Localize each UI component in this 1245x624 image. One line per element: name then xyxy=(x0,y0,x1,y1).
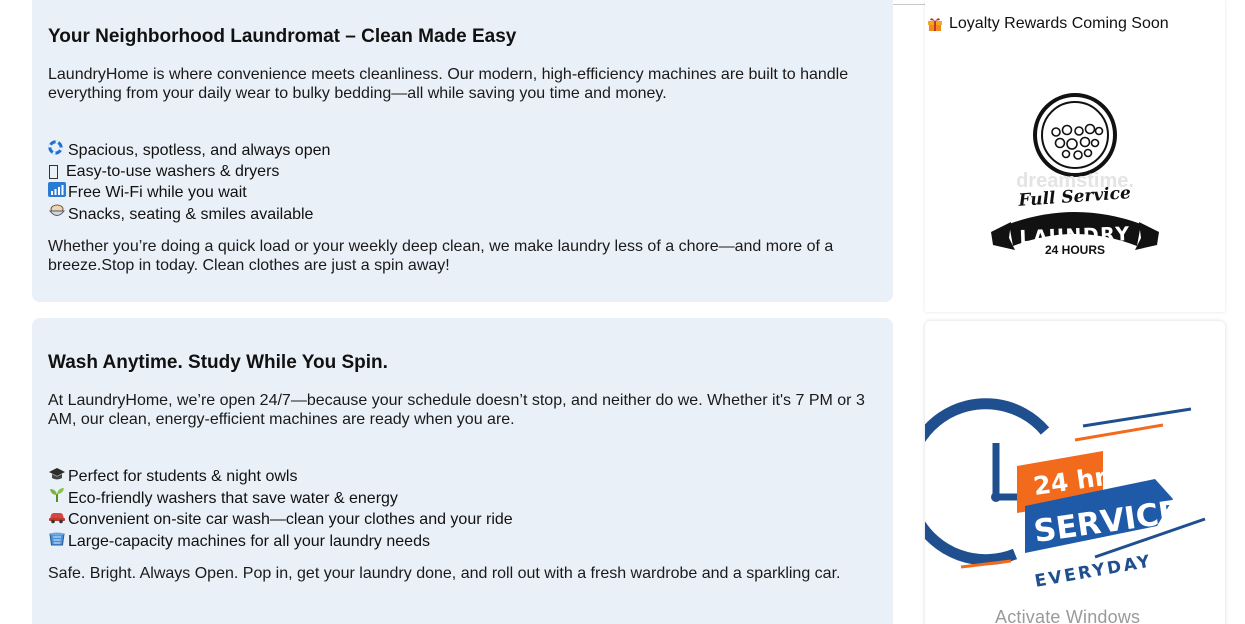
laundry-logo-panel: Loyalty Rewards Coming Soon dreamstime. … xyxy=(925,0,1225,312)
logo-line-3: 24 HOURS xyxy=(1045,243,1105,257)
about-card: Your Neighborhood Laundromat – Clean Mad… xyxy=(32,0,893,302)
missing-glyph-icon xyxy=(49,164,58,179)
feature-list: Perfect for students & night owls Eco-fr… xyxy=(48,466,877,552)
card-title: Wash Anytime. Study While You Spin. xyxy=(48,352,388,373)
list-item: Snacks, seating & smiles available xyxy=(48,203,877,225)
feature-text: Perfect for students & night owls xyxy=(68,468,298,485)
seedling-icon xyxy=(48,487,68,509)
full-service-laundry-logo: dreamstime. Full Service LAUNDRY 24 HOUR… xyxy=(991,93,1159,257)
feature-text: Snacks, seating & smiles available xyxy=(68,205,314,223)
service-24hr-logo: 24 hr SERVICE EVERYDAY xyxy=(925,398,1206,592)
card-title: Your Neighborhood Laundromat – Clean Mad… xyxy=(48,26,517,47)
card-intro: LaundryHome is where convenience meets c… xyxy=(48,66,849,102)
snack-bowl-icon xyxy=(48,203,68,225)
open-hours-card: Wash Anytime. Study While You Spin. At L… xyxy=(32,318,893,624)
list-item: Easy-to-use washers & dryers xyxy=(48,161,877,182)
graduation-cap-icon xyxy=(48,466,68,487)
list-item: Perfect for students & night owls xyxy=(48,466,877,487)
list-item: Convenient on-site car wash—clean your c… xyxy=(48,509,877,530)
feature-text: Easy-to-use washers & dryers xyxy=(66,163,280,180)
feature-text: Large-capacity machines for all your lau… xyxy=(68,532,430,550)
feature-list: Spacious, spotless, and always open Easy… xyxy=(48,140,877,225)
logo2-line-3: EVERYDAY xyxy=(1033,551,1153,591)
sidebar: Loyalty Rewards Coming Soon dreamstime. … xyxy=(925,0,1225,624)
list-item: Large-capacity machines for all your lau… xyxy=(48,530,877,552)
list-item: Free Wi-Fi while you wait xyxy=(48,182,877,203)
feature-text: Eco-friendly washers that save water & e… xyxy=(68,489,398,507)
card-outro: Safe. Bright. Always Open. Pop in, get y… xyxy=(48,565,841,582)
list-item: Spacious, spotless, and always open xyxy=(48,140,877,161)
list-item: Eco-friendly washers that save water & e… xyxy=(48,487,877,509)
ring-buoy-icon xyxy=(48,140,68,161)
feature-text: Free Wi-Fi while you wait xyxy=(68,184,247,201)
basket-icon xyxy=(48,530,68,552)
activate-windows-watermark: Activate Windows xyxy=(995,607,1141,624)
feature-text: Convenient on-site car wash—clean your c… xyxy=(68,511,513,528)
feature-text: Spacious, spotless, and always open xyxy=(68,142,331,159)
card-outro: Whether you’re doing a quick load or you… xyxy=(48,238,834,274)
wifi-signal-icon xyxy=(48,182,68,203)
card-intro: At LaundryHome, we’re open 24/7—because … xyxy=(48,392,865,428)
service-logo-panel: 24 hr SERVICE EVERYDAY xyxy=(925,321,1225,624)
car-icon xyxy=(48,509,68,530)
